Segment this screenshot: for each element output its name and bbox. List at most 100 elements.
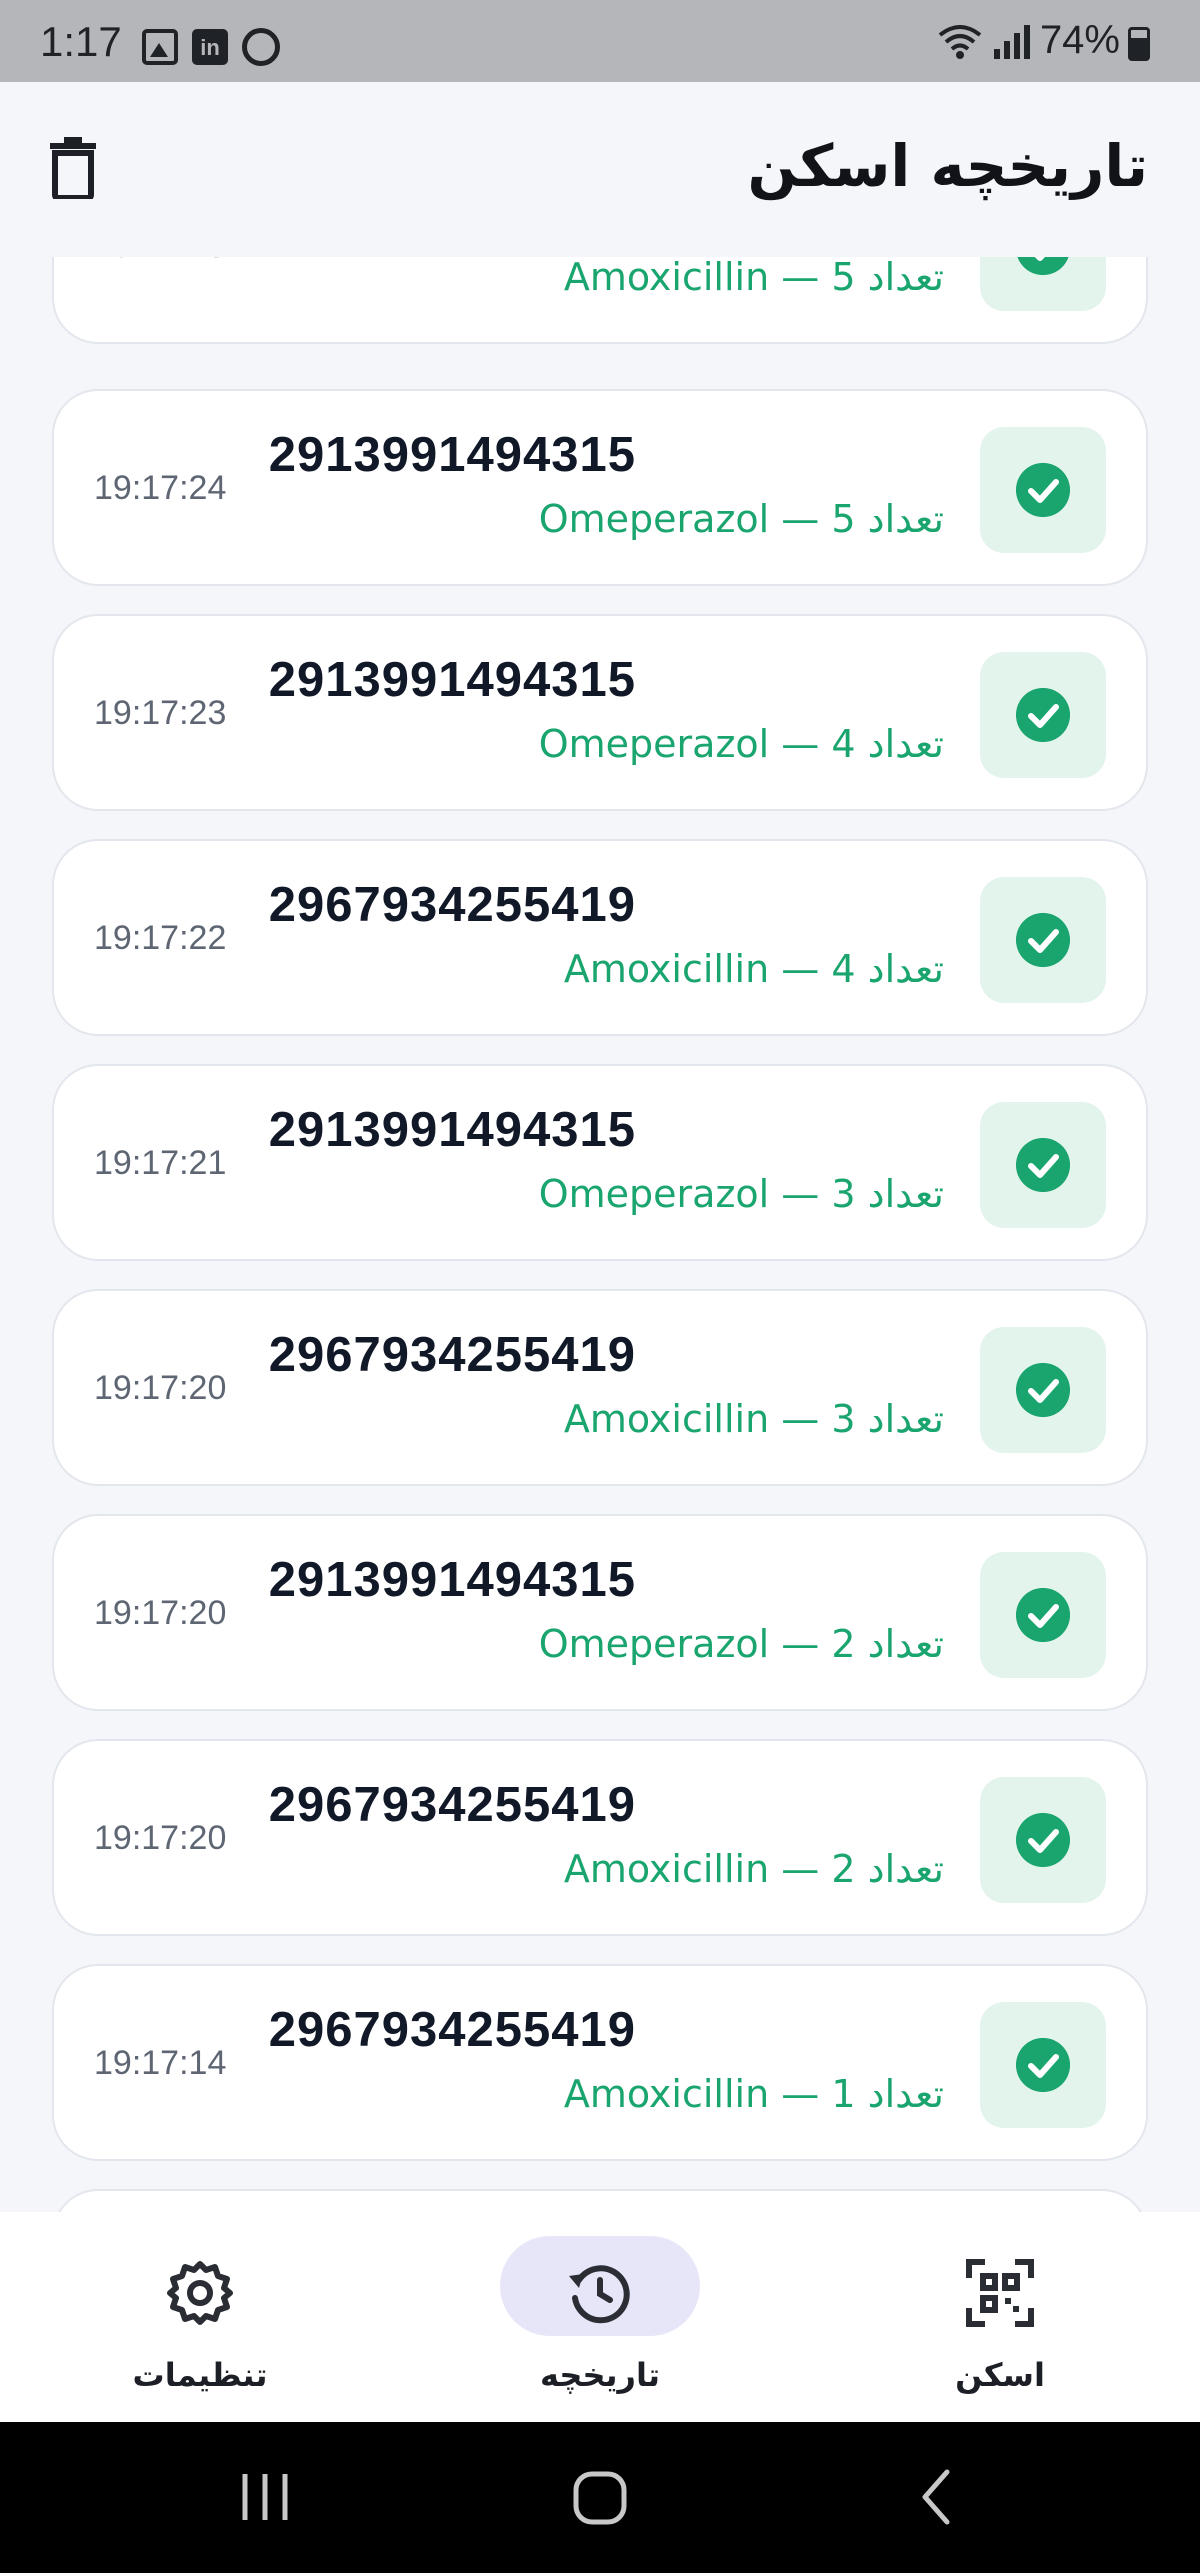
count-label: تعداد: [867, 1397, 944, 1441]
app-bar: تاریخچه اسکن: [0, 82, 1200, 257]
count-value: 2: [831, 1622, 856, 1666]
gear-icon: [167, 2261, 233, 2325]
nav-label: تنظیمات: [132, 2356, 268, 2394]
qr-scan-icon: [966, 2259, 1034, 2327]
drug-name: Amoxicillin: [563, 947, 770, 991]
status-badge: [980, 257, 1106, 311]
scan-time: 19:17:24: [94, 469, 227, 507]
count-label: تعداد: [867, 257, 944, 299]
history-item[interactable]: 19:17:14 2967934255419 Amoxicillin — تعد…: [52, 1964, 1148, 2161]
scan-time: 19:17:20: [94, 1594, 227, 1632]
notification-icons: in: [142, 28, 280, 66]
count-value: 4: [831, 722, 856, 766]
drug-name: Omeperazol: [538, 497, 770, 541]
drug-name: Omeperazol: [538, 1622, 770, 1666]
count-value: 4: [831, 947, 856, 991]
check-circle-icon: [1016, 463, 1070, 517]
nav-settings[interactable]: تنظیمات: [80, 2236, 320, 2416]
history-item-partial[interactable]: [52, 2189, 1148, 2212]
back-icon[interactable]: [895, 2462, 975, 2532]
scan-time: 19:17:20: [94, 1819, 227, 1857]
history-item[interactable]: 19:17:20 2913991494315 Omeperazol — تعدا…: [52, 1514, 1148, 1711]
wifi-icon: [938, 24, 982, 59]
history-item[interactable]: 19:17:23 2913991494315 Omeperazol — تعدا…: [52, 614, 1148, 811]
drug-summary: Amoxicillin — تعداد 5: [563, 257, 944, 299]
status-bar: 1:17 in 74%: [0, 0, 1200, 82]
check-circle-icon: [1016, 257, 1070, 275]
count-label: تعداد: [867, 1622, 944, 1666]
history-icon: [569, 2265, 630, 2324]
nav-label: اسکن: [955, 2356, 1045, 2394]
history-item[interactable]: 19:17:24 2913991494315 Omeperazol — تعدا…: [52, 389, 1148, 586]
nav-scan[interactable]: اسکن: [880, 2236, 1120, 2416]
barcode-number: 2913991494315: [268, 428, 636, 482]
barcode-number: 2967934255419: [268, 1778, 636, 1832]
drug-summary: Omeperazol — تعداد 3: [538, 1172, 944, 1216]
drug-name: Amoxicillin: [563, 1847, 770, 1891]
status-badge: [980, 1777, 1106, 1903]
drug-name: Omeperazol: [538, 1172, 770, 1216]
count-value: 3: [831, 1172, 856, 1216]
status-badge: [980, 427, 1106, 553]
system-nav-bar: [0, 2422, 1200, 2573]
trash-icon[interactable]: [48, 137, 98, 199]
status-badge: [980, 2002, 1106, 2128]
check-circle-icon: [1016, 688, 1070, 742]
recents-icon[interactable]: [225, 2462, 305, 2532]
battery-percent: 74%: [1039, 18, 1120, 62]
history-item[interactable]: 19:17:20 2967934255419 Amoxicillin — تعد…: [52, 1289, 1148, 1486]
status-right: 74%: [936, 18, 1150, 63]
count-label: تعداد: [867, 947, 944, 991]
drug-summary: Omeperazol — تعداد 5: [538, 497, 944, 541]
status-badge: [980, 652, 1106, 778]
status-badge: [980, 877, 1106, 1003]
drug-name: Amoxicillin: [563, 2072, 770, 2116]
page-title: تاریخچه اسکن: [747, 132, 1148, 200]
bottom-nav: تنظیمات تاریخچه اسکن: [0, 2212, 1200, 2422]
home-icon[interactable]: [560, 2462, 640, 2532]
barcode-number: 2967934255419: [268, 2003, 636, 2057]
history-item[interactable]: 19:17:25 Amoxicillin — تعداد 5: [52, 257, 1148, 344]
barcode-number: 2967934255419: [268, 1328, 636, 1382]
history-item[interactable]: 19:17:22 2967934255419 Amoxicillin — تعد…: [52, 839, 1148, 1036]
drug-summary: Omeperazol — تعداد 2: [538, 1622, 944, 1666]
count-label: تعداد: [867, 2072, 944, 2116]
drug-summary: Amoxicillin — تعداد 3: [563, 1397, 944, 1441]
count-label: تعداد: [867, 497, 944, 541]
battery-icon: [1128, 26, 1150, 61]
scan-time: 19:17:21: [94, 1144, 227, 1182]
check-circle-icon: [1016, 2038, 1070, 2092]
count-value: 3: [831, 1397, 856, 1441]
count-label: تعداد: [867, 1172, 944, 1216]
check-circle-icon: [1016, 1138, 1070, 1192]
drug-name: Amoxicillin: [563, 1397, 770, 1441]
linkedin-icon: in: [192, 29, 228, 65]
signal-icon: [993, 24, 1030, 59]
count-value: 2: [831, 1847, 856, 1891]
gallery-icon: [142, 29, 178, 65]
status-badge: [980, 1552, 1106, 1678]
drug-summary: Amoxicillin — تعداد 1: [563, 2072, 944, 2116]
count-label: تعداد: [867, 1847, 944, 1891]
count-value: 5: [831, 257, 856, 299]
barcode-number: 2913991494315: [268, 1103, 636, 1157]
history-list[interactable]: 19:17:25 Amoxicillin — تعداد 5 19:17:24 …: [0, 257, 1200, 2212]
app-icon: [242, 28, 280, 66]
barcode-number: 2967934255419: [268, 878, 636, 932]
count-label: تعداد: [867, 722, 944, 766]
scan-time: 19:17:23: [94, 694, 227, 732]
status-badge: [980, 1102, 1106, 1228]
status-badge: [980, 1327, 1106, 1453]
status-time: 1:17: [40, 18, 122, 65]
nav-history[interactable]: تاریخچه: [480, 2236, 720, 2416]
drug-summary: Omeperazol — تعداد 4: [538, 722, 944, 766]
drug-name: Amoxicillin: [563, 257, 770, 299]
scan-time: 19:17:14: [94, 2044, 227, 2082]
check-circle-icon: [1016, 1813, 1070, 1867]
check-circle-icon: [1016, 1363, 1070, 1417]
scan-time: 19:17:20: [94, 1369, 227, 1407]
count-value: 1: [831, 2072, 856, 2116]
history-item[interactable]: 19:17:21 2913991494315 Omeperazol — تعدا…: [52, 1064, 1148, 1261]
drug-summary: Amoxicillin — تعداد 2: [563, 1847, 944, 1891]
history-item[interactable]: 19:17:20 2967934255419 Amoxicillin — تعد…: [52, 1739, 1148, 1936]
